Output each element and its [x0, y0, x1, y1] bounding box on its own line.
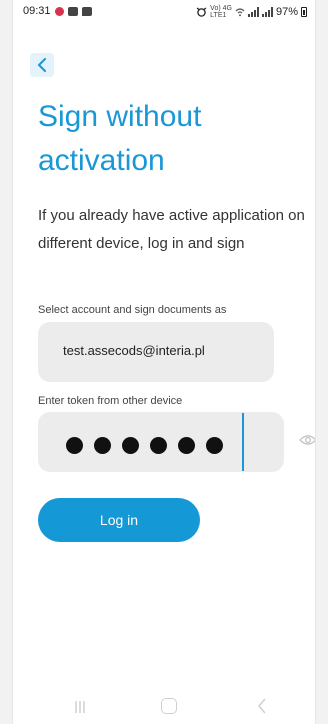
- signal-icon-2: [261, 7, 273, 17]
- account-value: test.assecods@interia.pl: [63, 343, 205, 358]
- message-notification-icon: [81, 6, 92, 16]
- token-input[interactable]: [38, 412, 284, 472]
- chevron-left-icon: [38, 58, 46, 72]
- notification-app-icon: [54, 6, 64, 16]
- volte-label: Vo) 4G LTE1: [210, 5, 232, 19]
- signal-icon-1: [247, 7, 259, 17]
- page-title: Sign without activation: [38, 100, 202, 177]
- volte-top: Vo) 4G: [210, 5, 232, 12]
- account-select[interactable]: test.assecods@interia.pl: [38, 322, 274, 382]
- status-time: 09:31: [23, 5, 51, 17]
- battery-icon: [301, 7, 307, 17]
- status-left: 09:31: [23, 5, 92, 17]
- screen: 09:31 Vo) 4G LTE1 97% Sign without activ…: [12, 0, 316, 724]
- login-button[interactable]: Log in: [38, 498, 200, 542]
- account-label: Select account and sign documents as: [38, 304, 227, 316]
- alarm-icon: [196, 7, 207, 17]
- intro-text: If you already have active application o…: [38, 207, 305, 252]
- back-button[interactable]: [30, 53, 54, 77]
- status-right: Vo) 4G LTE1 97%: [196, 5, 307, 19]
- status-bar: 09:31 Vo) 4G LTE1 97%: [13, 0, 315, 22]
- navigation-bar: [13, 688, 315, 724]
- mask-dot: [206, 437, 223, 454]
- home-icon[interactable]: [161, 698, 177, 714]
- mask-dot: [122, 437, 139, 454]
- mask-dot: [150, 437, 167, 454]
- token-label: Enter token from other device: [38, 395, 183, 407]
- text-caret: [242, 413, 244, 471]
- gallery-notification-icon: [67, 6, 78, 16]
- battery-percent: 97%: [275, 6, 298, 18]
- volte-bottom: LTE1: [210, 12, 227, 19]
- back-icon[interactable]: [257, 698, 267, 714]
- mask-dot: [94, 437, 111, 454]
- recents-icon[interactable]: [73, 700, 87, 714]
- mask-dot: [66, 437, 83, 454]
- eye-icon[interactable]: [299, 434, 316, 446]
- token-masked-value: [66, 437, 223, 454]
- wifi-icon: [235, 8, 245, 17]
- mask-dot: [178, 437, 195, 454]
